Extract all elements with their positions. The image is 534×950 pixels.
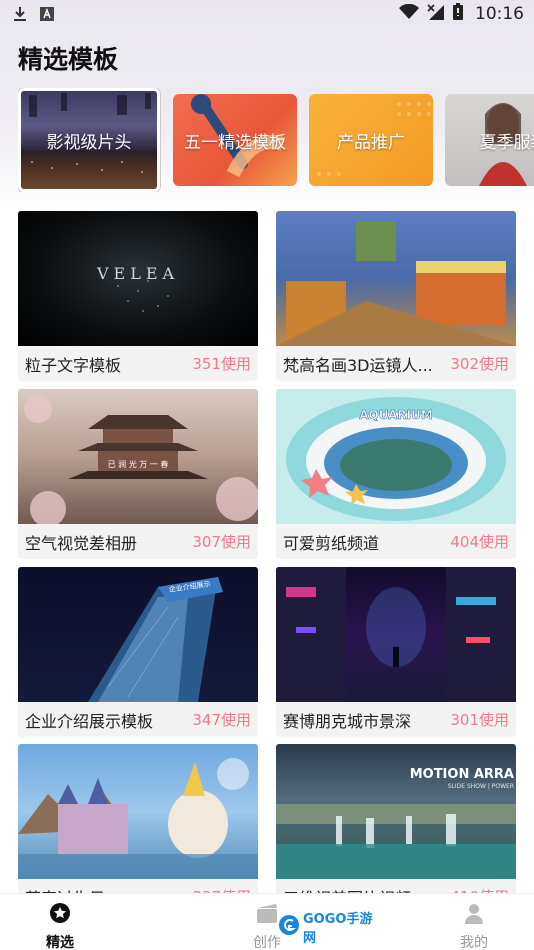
template-card[interactable]: 萌宠过生日 337使用 xyxy=(18,744,258,914)
template-usage-count: 302使用 xyxy=(450,355,509,373)
template-caption: 梵高名画3D运镜人... 302使用 xyxy=(276,346,516,381)
template-thumbnail: AQUARIUM xyxy=(276,389,516,524)
status-time: 10:16 xyxy=(475,4,524,24)
page-title: 精选模板 xyxy=(18,45,119,74)
category-card-film-intro[interactable]: 影视级片头 xyxy=(18,88,160,192)
template-caption: 可爱剪纸频道 404使用 xyxy=(276,524,516,559)
template-card[interactable]: 企业介绍展示 企业介绍展示模板 347使用 xyxy=(18,567,258,737)
nav-label: 创作 xyxy=(253,935,281,950)
template-thumbnail xyxy=(18,744,258,879)
star-badge-icon xyxy=(49,902,71,928)
template-usage-count: 307使用 xyxy=(192,533,251,551)
template-title: 粒子文字模板 xyxy=(25,355,122,375)
category-card-product[interactable]: 产品推广 xyxy=(309,94,433,186)
template-thumbnail: VELEA xyxy=(18,211,258,346)
watermark-text: GOGO手游网 xyxy=(303,912,373,946)
status-bar: 10:16 xyxy=(0,0,534,28)
template-card[interactable]: MOTION ARRA SLIDE SHOW | POWER 三维视差图片视频 … xyxy=(276,744,516,914)
category-label: 夏季服装风 xyxy=(479,132,534,153)
thumb-text: MOTION ARRA xyxy=(410,767,514,782)
watermark-logo-icon xyxy=(278,914,300,940)
template-usage-count: 301使用 xyxy=(450,711,509,729)
template-caption: 粒子文字模板 351使用 xyxy=(18,346,258,381)
template-thumbnail xyxy=(276,567,516,702)
person-icon xyxy=(463,902,485,928)
battery-icon xyxy=(453,3,463,25)
template-thumbnail xyxy=(276,211,516,346)
template-thumbnail: MOTION ARRA SLIDE SHOW | POWER xyxy=(276,744,516,879)
nav-label: 精选 xyxy=(46,935,74,950)
template-card[interactable]: AQUARIUM 可爱剪纸频道 404使用 xyxy=(276,389,516,559)
bottom-navigation: 精选 创作 我的 xyxy=(0,893,534,950)
template-usage-count: 351使用 xyxy=(192,355,251,373)
category-card-mayday[interactable]: 五一精选模板 xyxy=(173,94,297,186)
thumb-text: AQUARIUM xyxy=(359,408,433,422)
template-card[interactable]: 赛博朋克城市景深 301使用 xyxy=(276,567,516,737)
watermark: GOGO手游网 xyxy=(278,912,382,946)
template-usage-count: 347使用 xyxy=(192,711,251,729)
template-card[interactable]: VELEA 粒子文字模板 351使用 xyxy=(18,211,258,381)
category-row[interactable]: 影视级片头 五一精选模板 产品推广 夏季服装风 xyxy=(18,88,534,192)
thumb-subtext: SLIDE SHOW | POWER xyxy=(448,783,514,790)
template-card[interactable]: 梵高名画3D运镜人... 302使用 xyxy=(276,211,516,381)
thumb-text: VELEA xyxy=(96,264,179,283)
wifi-icon xyxy=(399,3,419,25)
template-title: 空气视觉差相册 xyxy=(25,533,138,553)
template-usage-count: 404使用 xyxy=(450,533,509,551)
clapper-icon xyxy=(256,902,278,928)
category-card-summer[interactable]: 夏季服装风 xyxy=(445,94,534,186)
template-caption: 赛博朋克城市景深 301使用 xyxy=(276,702,516,737)
template-caption: 空气视觉差相册 307使用 xyxy=(18,524,258,559)
template-card[interactable]: 已 涧 光 万 一 春 空气视觉差相册 307使用 xyxy=(18,389,258,559)
nav-tab-featured[interactable]: 精选 xyxy=(0,894,120,950)
template-title: 梵高名画3D运镜人... xyxy=(283,355,433,375)
template-thumbnail: 已 涧 光 万 一 春 xyxy=(18,389,258,524)
template-thumbnail: 企业介绍展示 xyxy=(18,567,258,702)
category-label: 产品推广 xyxy=(337,132,405,153)
template-title: 企业介绍展示模板 xyxy=(25,711,154,731)
category-label: 影视级片头 xyxy=(46,132,132,153)
no-signal-icon xyxy=(427,3,445,25)
a-badge-icon xyxy=(40,6,56,22)
category-label: 五一精选模板 xyxy=(184,132,286,153)
nav-tab-mine[interactable]: 我的 xyxy=(414,894,534,950)
nav-label: 我的 xyxy=(460,935,488,950)
template-title: 赛博朋克城市景深 xyxy=(283,711,412,731)
download-icon xyxy=(12,6,28,22)
thumb-text: 已 涧 光 万 一 春 xyxy=(108,459,169,469)
template-title: 可爱剪纸频道 xyxy=(283,533,380,553)
template-caption: 企业介绍展示模板 347使用 xyxy=(18,702,258,737)
